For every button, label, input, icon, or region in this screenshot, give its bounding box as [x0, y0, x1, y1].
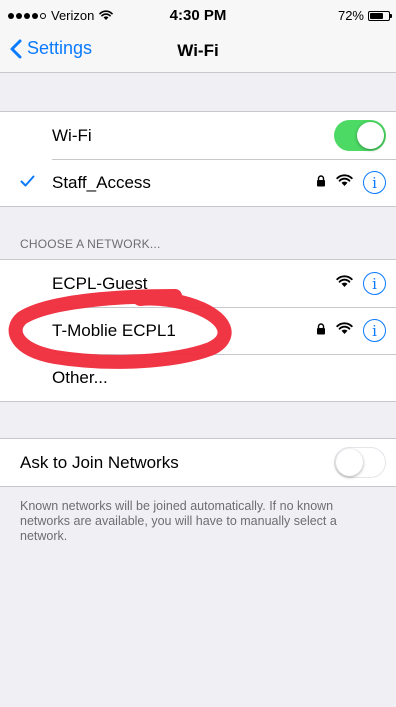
ask-to-join-footnote: Known networks will be joined automatica… [20, 499, 337, 543]
toggle-knob [357, 122, 384, 149]
other-network-row[interactable]: Other... [0, 354, 396, 401]
network-row-ecpl-guest[interactable]: ECPL-Guest i [0, 260, 396, 307]
battery-icon [368, 10, 392, 21]
info-icon[interactable]: i [363, 171, 386, 194]
wifi-toggle-label: Wi-Fi [52, 125, 92, 145]
wifi-toggle-switch[interactable] [334, 120, 386, 151]
battery-level-fill [370, 12, 383, 19]
battery-percent: 72% [337, 8, 364, 23]
wifi-icon [336, 173, 353, 192]
wifi-group: Wi-Fi Staff_Access i [0, 111, 396, 207]
networks-group: ECPL-Guest i T-Moblie ECPL1 i Other... [0, 259, 396, 402]
connected-network-name: Staff_Access [52, 172, 151, 192]
info-icon[interactable]: i [363, 319, 386, 342]
choose-network-header: CHOOSE A NETWORK... [20, 237, 161, 251]
network-status-icons: i [336, 260, 386, 307]
ask-to-join-row: Ask to Join Networks [0, 439, 396, 486]
network-name: T-Moblie ECPL1 [52, 320, 176, 340]
wifi-icon [336, 274, 353, 293]
status-time: 4:30 PM [169, 7, 227, 24]
network-status-icons: i [316, 307, 386, 354]
other-network-label: Other... [52, 367, 108, 387]
info-icon[interactable]: i [363, 272, 386, 295]
page-title: Wi-Fi [177, 41, 219, 60]
network-status-icons: i [316, 159, 386, 206]
wifi-icon [336, 321, 353, 340]
checkmark-icon [20, 175, 35, 187]
toggle-knob [336, 449, 363, 476]
status-bar-right: 72% [337, 8, 392, 23]
ask-to-join-toggle-switch[interactable] [334, 447, 386, 478]
connected-network-row[interactable]: Staff_Access i [0, 159, 396, 206]
navigation-bar: Settings Wi-Fi [0, 32, 396, 73]
status-bar: Verizon 4:30 PM 72% [0, 0, 396, 32]
ask-to-join-label: Ask to Join Networks [20, 452, 179, 472]
wifi-toggle-row: Wi-Fi [0, 112, 396, 159]
lock-icon [316, 322, 326, 340]
lock-icon [316, 174, 326, 192]
network-row-t-moblie-ecpl1[interactable]: T-Moblie ECPL1 i [0, 307, 396, 354]
network-name: ECPL-Guest [52, 273, 148, 293]
ask-to-join-group: Ask to Join Networks [0, 438, 396, 487]
